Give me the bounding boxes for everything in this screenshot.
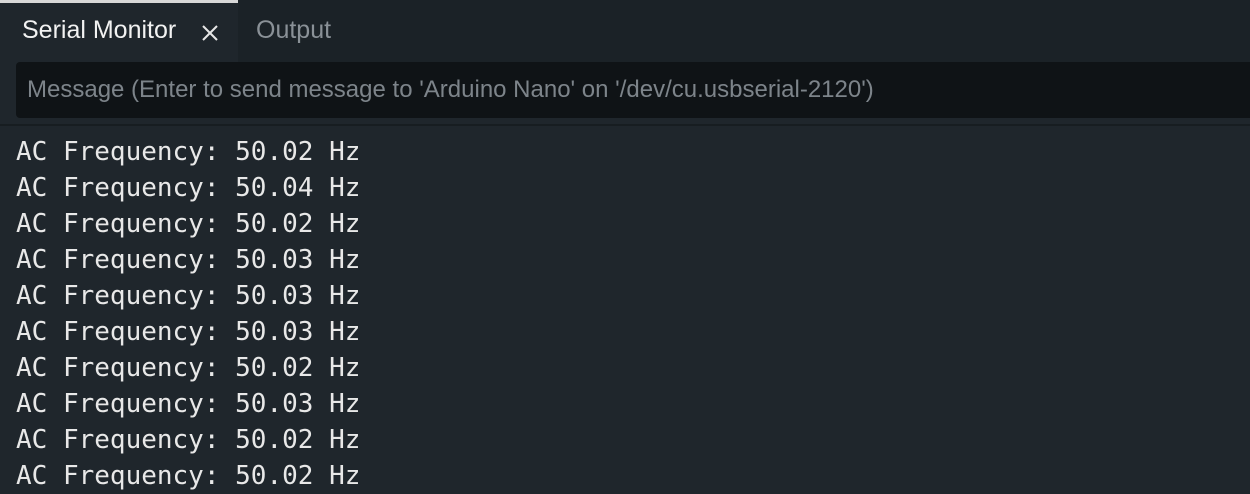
tab-output-label: Output <box>256 16 332 44</box>
close-icon[interactable] <box>199 22 221 44</box>
serial-monitor-panel: Serial Monitor Output AC Frequency: 50.0… <box>0 0 1250 494</box>
output-line: AC Frequency: 50.02 Hz <box>16 137 361 167</box>
tab-serial-monitor[interactable]: Serial Monitor <box>0 0 238 62</box>
output-line: AC Frequency: 50.03 Hz <box>16 389 361 419</box>
output-line: AC Frequency: 50.03 Hz <box>16 281 361 311</box>
message-input[interactable] <box>16 62 1250 118</box>
output-line: AC Frequency: 50.02 Hz <box>16 353 361 383</box>
active-tab-indicator <box>0 0 238 3</box>
output-line: AC Frequency: 50.02 Hz <box>16 425 361 455</box>
output-line: AC Frequency: 50.04 Hz <box>16 173 361 203</box>
tab-serial-monitor-label: Serial Monitor <box>22 16 177 44</box>
tab-bar: Serial Monitor Output <box>0 0 1250 62</box>
output-line: AC Frequency: 50.02 Hz <box>16 209 361 239</box>
output-line: AC Frequency: 50.03 Hz <box>16 317 361 347</box>
close-icon-glyph <box>202 25 218 41</box>
output-line: AC Frequency: 50.02 Hz <box>16 461 361 491</box>
message-field-container <box>16 62 1250 118</box>
serial-output-area: AC Frequency: 50.02 Hz AC Frequency: 50.… <box>0 126 1250 494</box>
output-line: AC Frequency: 50.03 Hz <box>16 245 361 275</box>
